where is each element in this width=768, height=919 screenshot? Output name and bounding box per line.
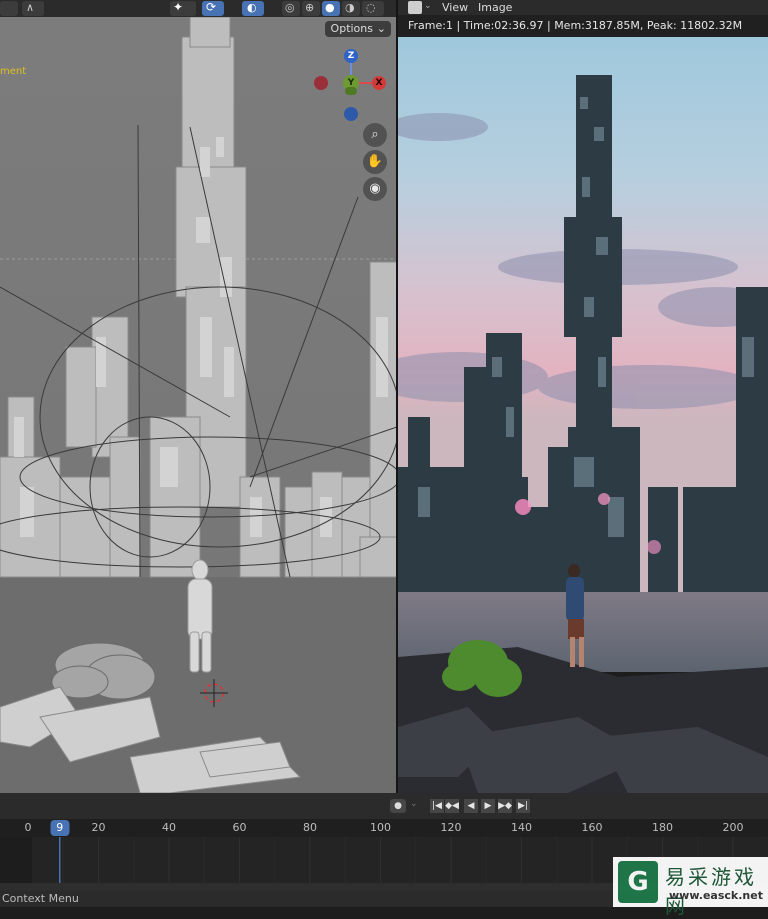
x-axis-label: X bbox=[375, 78, 383, 88]
menu-image[interactable]: Image bbox=[478, 0, 512, 15]
globe-icon: ⊕ bbox=[305, 1, 315, 14]
gizmo-toggle-button[interactable]: ✦ bbox=[170, 0, 196, 16]
current-frame-indicator[interactable]: 9 bbox=[50, 820, 70, 836]
3d-viewport[interactable]: Options ⌄ ment Z X Y ⌕ ✋ ◉ bbox=[0, 17, 397, 793]
frame-tick-label: 100 bbox=[370, 821, 391, 834]
watermark-url: www.easck.net bbox=[669, 889, 763, 902]
gizmo-icon: ✦ bbox=[173, 0, 184, 14]
menu-view[interactable]: View bbox=[442, 0, 468, 15]
neg-y-axis-icon[interactable] bbox=[345, 87, 357, 95]
frame-tick-label: 140 bbox=[511, 821, 532, 834]
z-axis-icon[interactable]: Z bbox=[344, 49, 358, 63]
frame-tick-label: 80 bbox=[303, 821, 317, 834]
overlay-text: ment bbox=[0, 66, 27, 77]
overlay-toggle-button[interactable]: ⟳ bbox=[202, 0, 224, 16]
frame-tick-label: 200 bbox=[722, 821, 744, 834]
image-editor-header: ⌄ View Image bbox=[398, 0, 768, 15]
proportional-edit-button[interactable]: ∧ bbox=[22, 1, 44, 16]
site-watermark: G 易采游戏网 www.easck.net bbox=[613, 857, 768, 918]
frame-tick-label: 120 bbox=[440, 821, 462, 834]
solid-shading-button[interactable]: ⊕ bbox=[302, 1, 320, 16]
wireframe-shading-button[interactable]: ◎ bbox=[282, 1, 300, 16]
timeline-ruler[interactable]: 0 20 40 60 80 100 120 140 160 180 200 9 bbox=[0, 819, 768, 837]
play-reverse-icon[interactable]: ◀ bbox=[464, 799, 478, 813]
rendered-sphere-icon: ◑ bbox=[345, 1, 355, 14]
next-keyframe-icon[interactable]: ▶◆ bbox=[498, 799, 512, 813]
frame-tick-label: 180 bbox=[652, 821, 673, 834]
watermark-logo-icon: G bbox=[618, 861, 658, 903]
material-shading-button[interactable]: ● bbox=[322, 1, 340, 16]
navigation-gizmo[interactable]: Z X Y bbox=[308, 47, 396, 127]
shading-options-button[interactable]: ◌ bbox=[362, 1, 384, 16]
options-label: Options bbox=[330, 22, 373, 35]
rendered-shading-button[interactable]: ◑ bbox=[342, 1, 360, 16]
render-scene bbox=[398, 37, 768, 793]
prev-keyframe-icon[interactable]: ◆◀ bbox=[445, 799, 459, 813]
viewport-scene bbox=[0, 17, 397, 793]
status-text: Context Menu bbox=[2, 892, 79, 905]
x-axis-icon[interactable]: X bbox=[372, 76, 386, 90]
render-info-text: Frame:1 | Time:02:36.97 | Mem:3187.85M, … bbox=[398, 15, 768, 37]
neg-x-axis-icon[interactable] bbox=[314, 76, 328, 90]
viewport-header: ∧ ✦ ⟳ ◐ ◎ ⊕ ● ◑ ◌ bbox=[0, 0, 397, 17]
camera-icon[interactable]: ◉ bbox=[363, 177, 387, 201]
options-button[interactable]: Options ⌄ bbox=[324, 21, 391, 37]
render-result-image[interactable] bbox=[398, 37, 768, 793]
record-icon[interactable]: ● bbox=[390, 799, 406, 813]
zoom-icon[interactable]: ⌕ bbox=[363, 123, 387, 147]
xray-toggle-button[interactable]: ◐ bbox=[242, 1, 264, 16]
chevron-down-icon[interactable]: ⌄ bbox=[410, 799, 418, 809]
editor-type-button[interactable] bbox=[0, 1, 18, 16]
play-icon[interactable]: ▶ bbox=[481, 799, 495, 813]
frame-tick-label: 160 bbox=[581, 821, 603, 834]
image-editor-icon[interactable] bbox=[408, 1, 422, 14]
chevron-down-icon: ⌄ bbox=[376, 22, 386, 35]
shading-popover-icon: ◌ bbox=[366, 1, 376, 14]
frame-tick-label: 20 bbox=[91, 821, 106, 834]
z-axis-label: Z bbox=[347, 51, 355, 61]
wireframe-icon: ◎ bbox=[285, 1, 295, 14]
jump-start-icon[interactable]: |◀ bbox=[430, 799, 444, 813]
frame-tick-label: 0 bbox=[24, 821, 32, 834]
xray-icon: ◐ bbox=[247, 1, 257, 14]
neg-z-axis-icon[interactable] bbox=[344, 107, 358, 121]
overlay-icon: ⟳ bbox=[206, 0, 217, 14]
chevron-down-icon[interactable]: ⌄ bbox=[424, 1, 432, 11]
frame-tick-label: 40 bbox=[162, 821, 176, 834]
jump-end-icon[interactable]: ▶| bbox=[516, 799, 530, 813]
hand-pan-icon[interactable]: ✋ bbox=[363, 150, 387, 174]
curve-icon: ∧ bbox=[26, 1, 35, 14]
sphere-icon: ● bbox=[325, 1, 335, 14]
frame-tick-label: 60 bbox=[232, 821, 247, 834]
timeline-channel-region bbox=[0, 837, 32, 883]
timeline-header: ● ⌄ |◀ ◆◀ ◀ ▶ ▶◆ ▶| bbox=[0, 793, 768, 819]
